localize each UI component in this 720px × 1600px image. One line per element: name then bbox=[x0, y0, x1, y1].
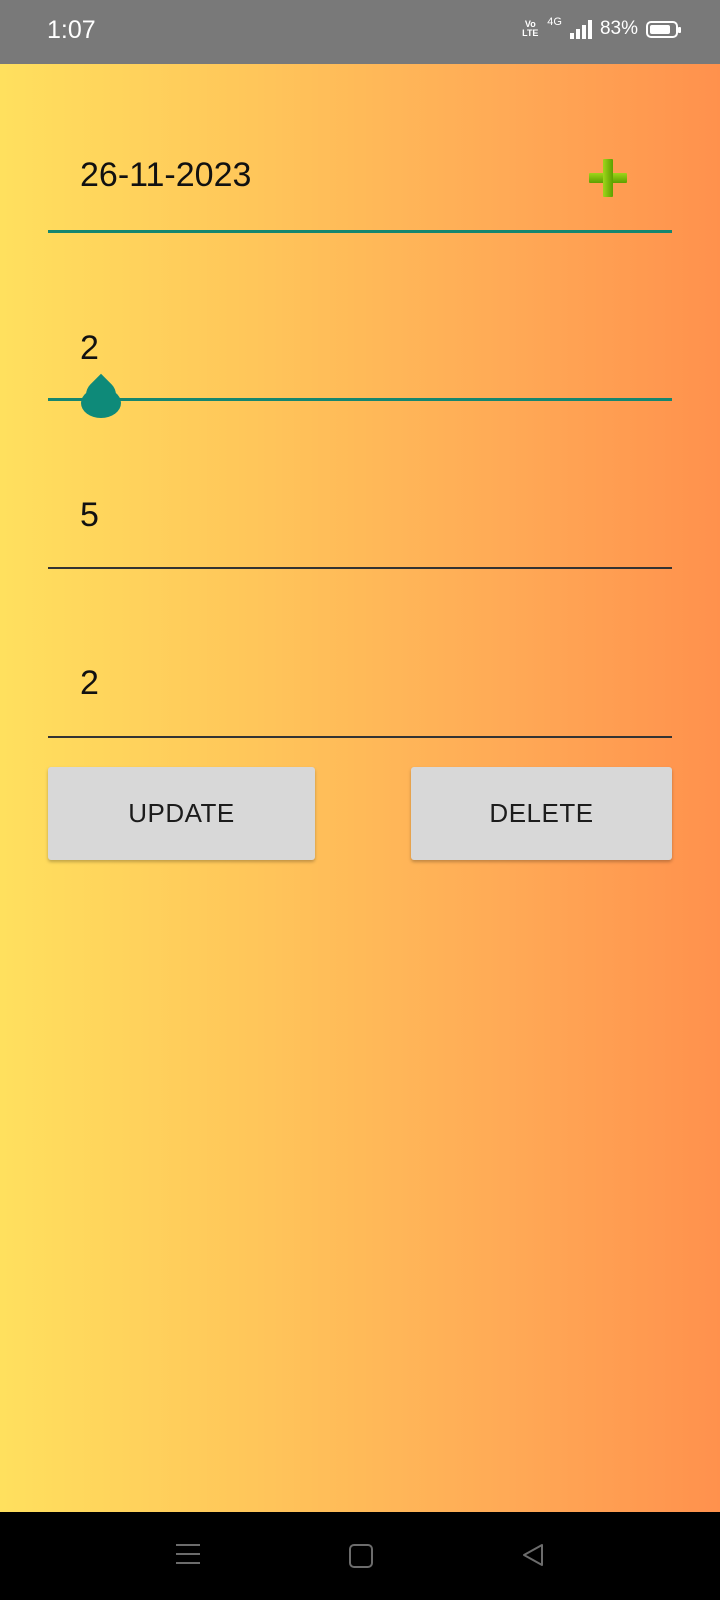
update-button[interactable]: UPDATE bbox=[48, 767, 315, 860]
slider-track[interactable] bbox=[48, 398, 672, 401]
input-field-one-underline bbox=[48, 567, 672, 569]
menu-icon[interactable] bbox=[176, 1542, 200, 1566]
slider-value-field[interactable]: 2 bbox=[80, 329, 99, 368]
volte-bottom-label: LTE bbox=[522, 28, 539, 38]
main-content: 26-11-2023 2 5 2 UPDATE DELETE bbox=[0, 64, 720, 1512]
battery-icon bbox=[646, 20, 681, 38]
input-field-two-underline bbox=[48, 736, 672, 738]
battery-fill bbox=[650, 24, 670, 34]
status-icons: Vo LTE 4G 83% bbox=[521, 16, 681, 40]
input-field-one[interactable]: 5 bbox=[80, 496, 99, 535]
network-type-label: 4G bbox=[547, 16, 562, 28]
delete-button[interactable]: DELETE bbox=[411, 767, 672, 860]
date-field-underline bbox=[48, 230, 672, 233]
slider-handle[interactable] bbox=[81, 378, 121, 418]
home-icon[interactable] bbox=[349, 1544, 373, 1568]
date-field[interactable]: 26-11-2023 bbox=[80, 156, 251, 195]
add-icon[interactable] bbox=[589, 159, 627, 197]
battery-percent: 83% bbox=[599, 18, 638, 39]
status-bar: 1:07 Vo LTE 4G 83% bbox=[0, 0, 720, 64]
back-icon[interactable] bbox=[520, 1542, 546, 1568]
volte-icon: Vo LTE bbox=[521, 20, 539, 38]
navigation-bar bbox=[0, 1512, 720, 1600]
signal-icon bbox=[569, 19, 592, 39]
input-field-two[interactable]: 2 bbox=[80, 664, 99, 703]
status-time: 1:07 bbox=[47, 16, 96, 44]
